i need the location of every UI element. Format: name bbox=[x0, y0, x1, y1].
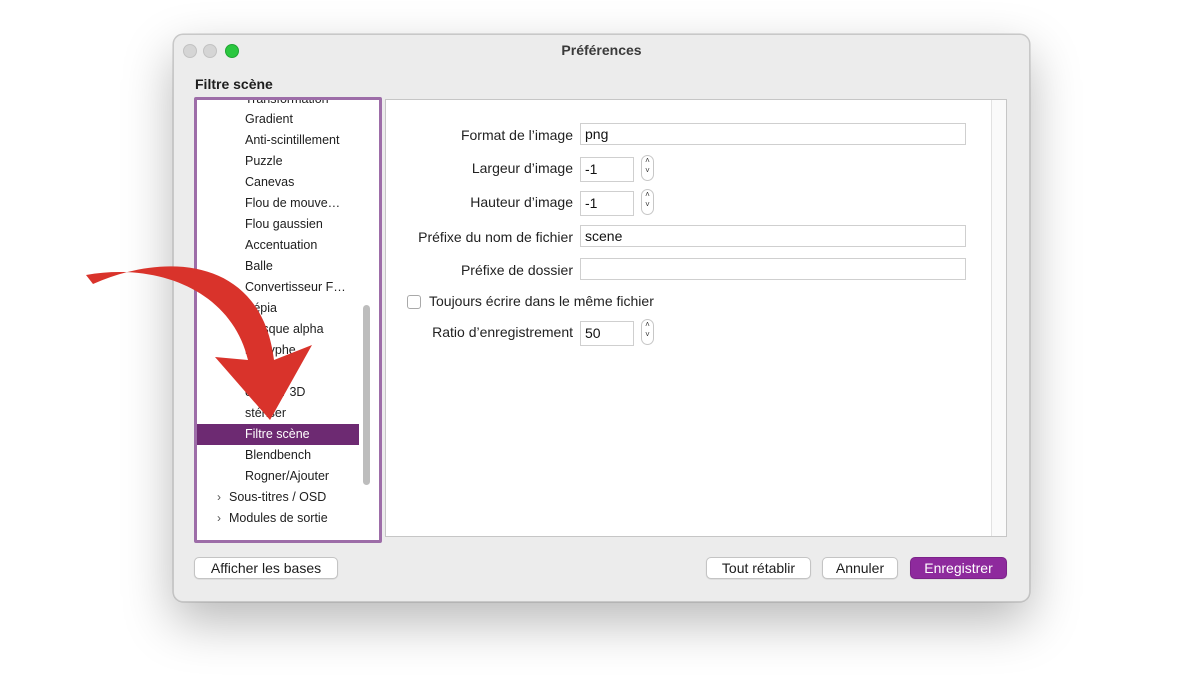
format-label: Format de l’image bbox=[460, 127, 573, 143]
chevron-right-icon: › bbox=[217, 511, 221, 525]
settings-tree-list: Transformation Gradient Anti-scintilleme… bbox=[197, 100, 379, 540]
tree-item-debruiteur-3d[interactable]: enoiser 3D bbox=[245, 382, 373, 403]
width-input[interactable]: -1 bbox=[580, 157, 634, 182]
folder-prefix-input[interactable] bbox=[580, 258, 966, 280]
show-basics-button[interactable]: Afficher les bases bbox=[194, 557, 338, 579]
height-input[interactable]: -1 bbox=[580, 191, 634, 216]
width-label: Largeur d’image bbox=[471, 160, 573, 176]
tree-category-label: Modules de sortie bbox=[229, 511, 328, 525]
cancel-button[interactable]: Annuler bbox=[822, 557, 898, 579]
tree-item-anaglyphe[interactable]: naglyphe bbox=[245, 340, 373, 361]
height-stepper[interactable]: ˄ ˅ bbox=[641, 189, 654, 215]
format-input[interactable]: png bbox=[580, 123, 966, 145]
ratio-input[interactable]: 50 bbox=[580, 321, 634, 346]
window-title: Préférences bbox=[561, 42, 642, 58]
panel-scrollbar-track[interactable] bbox=[991, 100, 1006, 536]
chevron-right-icon: › bbox=[217, 490, 221, 504]
tree-item-flou-mouvement[interactable]: Flou de mouve… bbox=[245, 193, 373, 214]
same-file-label: Toujours écrire dans le même fichier bbox=[429, 293, 654, 309]
tree-item-convertisseur[interactable]: Convertisseur F… bbox=[245, 277, 373, 298]
save-button[interactable]: Enregistrer bbox=[910, 557, 1007, 579]
ratio-label: Ratio d’enregistrement bbox=[432, 324, 573, 340]
file-prefix-input[interactable]: scene bbox=[580, 225, 966, 247]
title-bar: Préférences bbox=[174, 35, 1029, 65]
tree-item-hidden[interactable] bbox=[245, 361, 373, 382]
tree-scrollbar[interactable] bbox=[363, 305, 370, 485]
reset-all-button[interactable]: Tout rétablir bbox=[706, 557, 811, 579]
settings-panel: Format de l’image png Largeur d’image -1… bbox=[385, 99, 1007, 537]
width-stepper[interactable]: ˄ ˅ bbox=[641, 155, 654, 181]
file-prefix-label: Préfixe du nom de fichier bbox=[418, 229, 573, 245]
folder-prefix-label: Préfixe de dossier bbox=[460, 262, 573, 278]
tree-item-sepia[interactable]: Sépia bbox=[245, 298, 373, 319]
tree-item-puzzle[interactable]: Puzzle bbox=[245, 151, 373, 172]
section-title: Filtre scène bbox=[195, 76, 273, 92]
ratio-stepper[interactable]: ˄ ˅ bbox=[641, 319, 654, 345]
settings-tree: Transformation Gradient Anti-scintilleme… bbox=[194, 97, 382, 543]
same-file-checkbox[interactable] bbox=[407, 295, 421, 309]
tree-item-blendbench[interactable]: Blendbench bbox=[245, 445, 373, 466]
tree-item-balle[interactable]: Balle bbox=[245, 256, 373, 277]
tree-item-anti-scintillement[interactable]: Anti-scintillement bbox=[245, 130, 373, 151]
tree-category-modules-sortie[interactable]: › Modules de sortie bbox=[217, 508, 328, 529]
tree-item-canevas[interactable]: Canevas bbox=[245, 172, 373, 193]
tree-item-gradient[interactable]: Gradient bbox=[245, 109, 373, 130]
height-label: Hauteur d’image bbox=[470, 194, 573, 210]
tree-item-posteriser[interactable]: stériser bbox=[245, 403, 373, 424]
preferences-window: Préférences Filtre scène Transformation … bbox=[173, 34, 1030, 602]
tree-item-rogner-ajouter[interactable]: Rogner/Ajouter bbox=[245, 466, 373, 487]
tree-item-filtre-scene[interactable]: Filtre scène bbox=[197, 424, 359, 445]
tree-item-flou-gaussien[interactable]: Flou gaussien bbox=[245, 214, 373, 235]
tree-item-accentuation[interactable]: Accentuation bbox=[245, 235, 373, 256]
tree-category-label: Sous-titres / OSD bbox=[229, 490, 327, 504]
tree-category-sous-titres[interactable]: › Sous-titres / OSD bbox=[217, 487, 326, 508]
tree-item-masque-alpha[interactable]: Masque alpha bbox=[245, 319, 373, 340]
